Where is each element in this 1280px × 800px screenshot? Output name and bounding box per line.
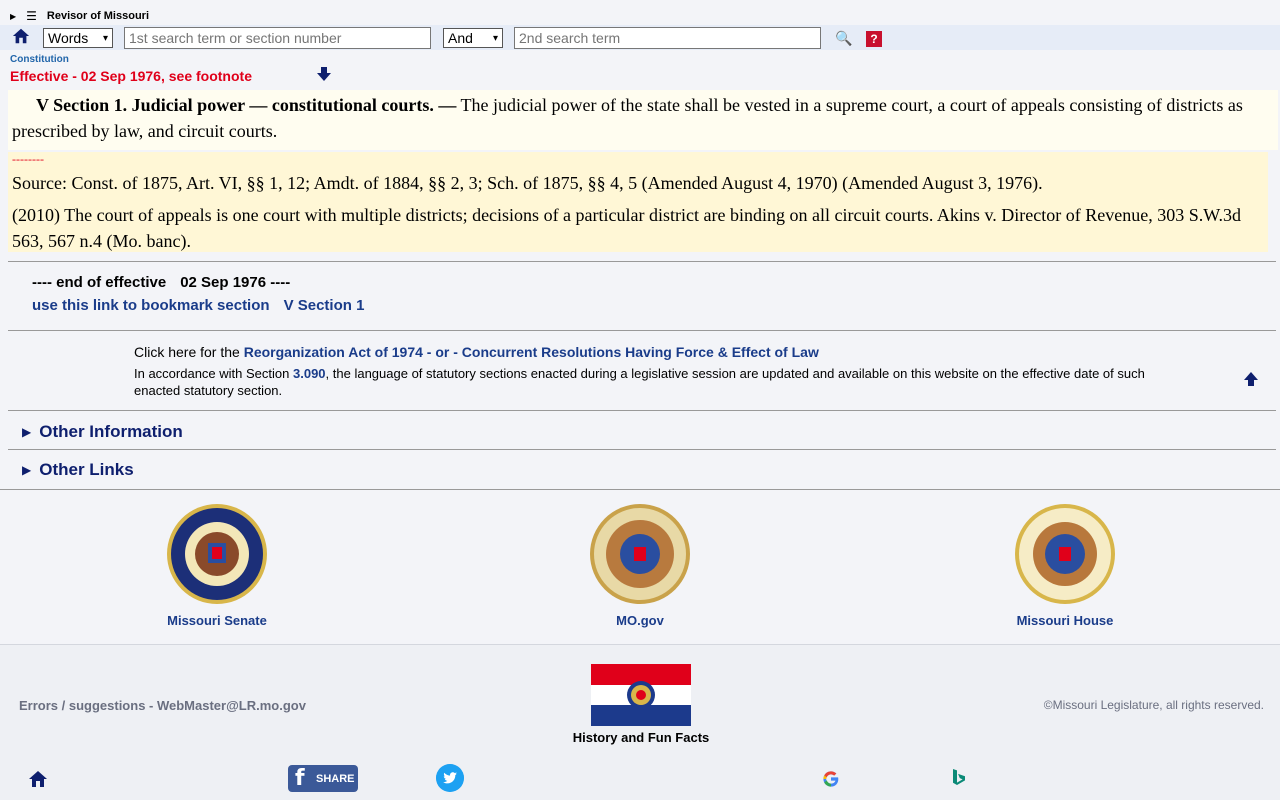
section-footnote: -------- Source: Const. of 1875, Art. VI…: [8, 152, 1268, 252]
breadcrumb[interactable]: Constitution: [10, 54, 69, 65]
reorganization-notice: Click here for the Reorganization Act of…: [134, 344, 819, 360]
facebook-icon: f: [295, 766, 305, 791]
expand-triangle-icon: ▶: [22, 463, 32, 477]
facebook-share-button[interactable]: f SHARE: [288, 765, 358, 792]
history-link[interactable]: History and Fun Facts: [560, 730, 722, 745]
bing-icon[interactable]: [951, 768, 967, 788]
concurrent-resolutions-link[interactable]: Concurrent Resolutions Having Force & Ef…: [462, 344, 819, 360]
mogov-seal-link[interactable]: MO.gov: [560, 503, 720, 628]
site-title: Revisor of Missouri: [46, 10, 149, 22]
twitter-icon[interactable]: [436, 764, 464, 792]
section-3090-link[interactable]: 3.090: [293, 366, 326, 381]
copyright: ©Missouri Legislature, all rights reserv…: [1043, 698, 1264, 712]
arrow-up-icon[interactable]: [1243, 371, 1259, 387]
senate-seal-icon: [167, 504, 267, 604]
house-seal-icon: [1015, 504, 1115, 604]
search-term1-input[interactable]: [124, 27, 431, 49]
or-separator: - or -: [426, 344, 458, 360]
search-operator-select[interactable]: And ▾: [443, 28, 503, 48]
other-information-toggle[interactable]: ▶ Other Information: [22, 422, 183, 442]
house-seal-link[interactable]: Missouri House: [985, 503, 1145, 628]
divider: [0, 489, 1280, 490]
effective-notice[interactable]: Effective - 02 Sep 1976, see footnote: [10, 68, 252, 84]
chevron-down-icon: ▾: [492, 32, 498, 44]
google-icon[interactable]: [822, 770, 840, 788]
expand-triangle-icon[interactable]: ▶: [10, 12, 16, 21]
home-icon[interactable]: [28, 769, 48, 789]
home-icon[interactable]: [12, 27, 30, 45]
accordance-notice: In accordance with Section 3.090, the la…: [134, 366, 1145, 398]
section-heading: V Section 1. Judicial power — constituti…: [36, 95, 457, 115]
source-note: Source: Const. of 1875, Art. VI, §§ 1, 1…: [12, 173, 1043, 193]
expand-triangle-icon: ▶: [22, 425, 32, 439]
divider: [0, 644, 1280, 645]
search-term2-input[interactable]: [514, 27, 821, 49]
webmaster-link[interactable]: Errors / suggestions - WebMaster@LR.mo.g…: [19, 698, 306, 713]
divider: [8, 410, 1276, 411]
senate-seal-link[interactable]: Missouri Senate: [137, 503, 297, 628]
divider: [8, 330, 1276, 331]
bookmark-link[interactable]: use this link to bookmark section V Secti…: [32, 297, 364, 314]
annotation-note: (2010) The court of appeals is one court…: [12, 205, 1242, 251]
section-text: V Section 1. Judicial power — constituti…: [8, 90, 1278, 150]
state-seal-icon: [590, 504, 690, 604]
search-type-select[interactable]: Words ▾: [43, 28, 113, 48]
reorganization-act-link[interactable]: Reorganization Act of 1974: [244, 344, 423, 360]
other-links-toggle[interactable]: ▶ Other Links: [22, 460, 134, 480]
site-header: ▶ ☰ Revisor of Missouri: [10, 9, 149, 23]
divider: [8, 261, 1276, 262]
arrow-down-icon[interactable]: [316, 66, 332, 82]
footnote-divider: --------: [12, 152, 44, 166]
menu-icon[interactable]: ☰: [26, 9, 37, 23]
search-icon[interactable]: 🔍: [835, 30, 852, 47]
help-icon[interactable]: ?: [866, 31, 882, 47]
divider: [8, 449, 1276, 450]
end-of-effective: ---- end of effective 02 Sep 1976 ----: [32, 274, 291, 291]
chevron-down-icon: ▾: [102, 32, 108, 44]
missouri-flag-icon[interactable]: [591, 664, 691, 726]
page: ▶ ☰ Revisor of Missouri Words▾ And▾ 🔍 ? …: [0, 0, 1280, 800]
